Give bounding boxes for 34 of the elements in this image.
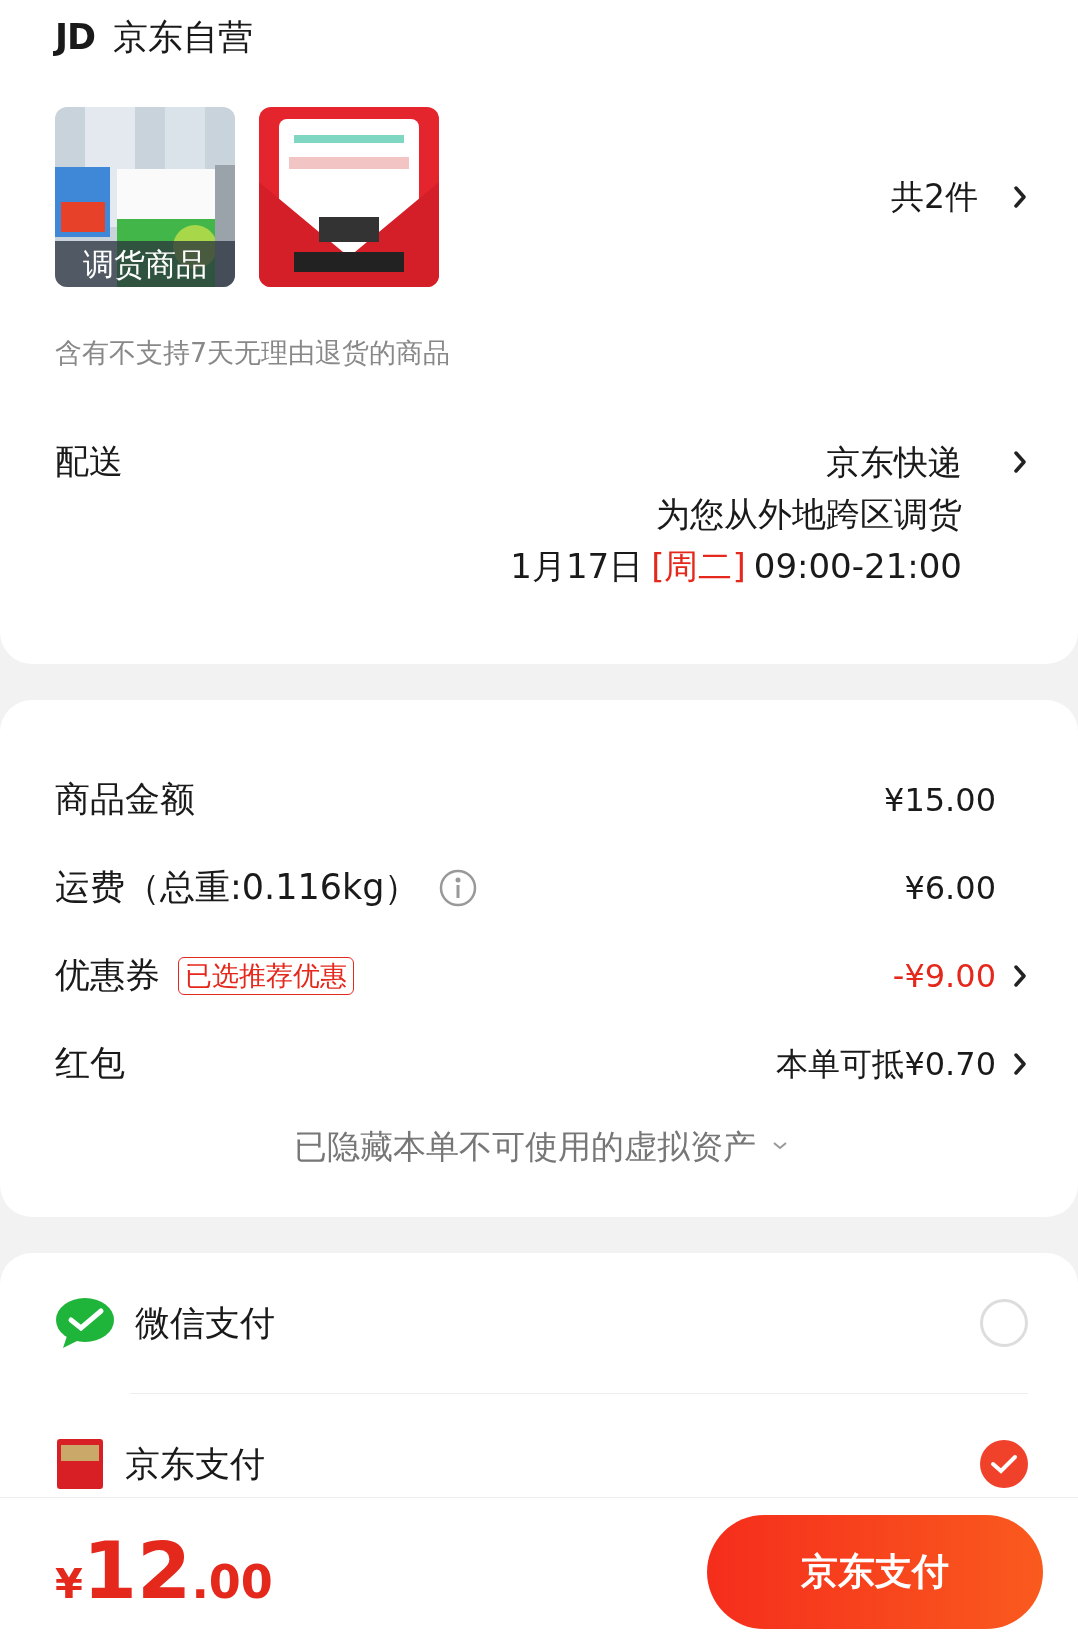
radio-button[interactable] (980, 1299, 1028, 1347)
row-value: ¥6.00 (904, 867, 996, 909)
delivery-label: 配送 (55, 439, 123, 483)
payment-name: 微信支付 (135, 1301, 275, 1345)
item-count: 共2件 (891, 176, 978, 219)
row-label: 优惠券 (55, 954, 160, 998)
radio-button[interactable] (980, 1440, 1028, 1488)
row-label: 商品金额 (55, 778, 195, 822)
card-icon (55, 1437, 105, 1491)
chevron-icon (1014, 186, 1026, 208)
hidden-assets-note: 已隐藏本单不可使用的虚拟资产 (293, 1125, 756, 1168)
coupon-tag: 已选推荐优惠 (178, 956, 354, 995)
pay-button[interactable]: 京东支付 (707, 1514, 1043, 1629)
carrier-name: 京东快递 (826, 440, 962, 484)
transfer-note: 为您从外地跨区调货 (656, 492, 962, 536)
payment-name: 京东支付 (125, 1442, 265, 1486)
row-label: 红包 (55, 1042, 125, 1086)
total-price: ¥12.00 (55, 1525, 273, 1618)
info-icon (439, 868, 478, 907)
delivery-weekday: [周二] (651, 544, 746, 588)
store-logo: JD (55, 16, 96, 60)
return-notice: 含有不支持7天无理由退货的商品 (55, 336, 452, 370)
row-value: -¥9.00 (892, 955, 996, 997)
delivery-date: 1月17日 (510, 544, 644, 588)
store-name: 京东自营 (113, 16, 254, 60)
product-tag: 调货商品 (55, 241, 235, 287)
row-value: ¥15.00 (884, 779, 996, 821)
check-icon (990, 1453, 1018, 1475)
chat-bubble-icon (55, 1296, 115, 1350)
row-label: 运费（总重:0.116kg） (55, 866, 420, 910)
delivery-time: 09:00-21:00 (753, 544, 962, 588)
chevron-icon (1014, 450, 1026, 473)
row-value: 本单可抵¥0.70 (776, 1043, 996, 1085)
caret-icon (771, 1141, 788, 1152)
